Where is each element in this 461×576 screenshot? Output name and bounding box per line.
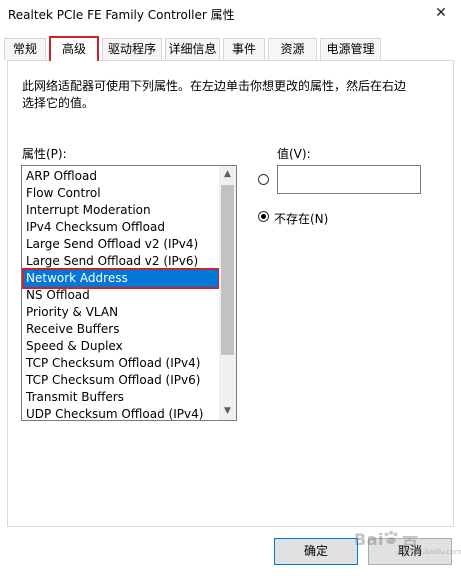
- ok-button[interactable]: 确定: [274, 538, 358, 565]
- property-item-network-address[interactable]: Network Address: [22, 268, 220, 289]
- tab-advanced[interactable]: 高级: [49, 36, 99, 61]
- close-icon[interactable]: ✕: [421, 0, 461, 28]
- value-input[interactable]: [277, 165, 421, 194]
- list-scrollbar[interactable]: ▲ ▼: [219, 166, 236, 420]
- property-listbox[interactable]: ARP Offload Flow Control Interrupt Moder…: [21, 165, 237, 421]
- property-item-lso-v2-ipv4[interactable]: Large Send Offload v2 (IPv4): [24, 236, 218, 253]
- property-item-lso-v2-ipv6[interactable]: Large Send Offload v2 (IPv6): [24, 253, 218, 270]
- scroll-up-icon[interactable]: ▲: [219, 166, 236, 183]
- not-present-label[interactable]: 不存在(N): [274, 210, 328, 227]
- cancel-button[interactable]: 取消: [368, 538, 452, 565]
- value-radio[interactable]: [258, 174, 269, 185]
- not-present-radio[interactable]: [258, 211, 269, 222]
- value-label: 值(V):: [277, 147, 311, 161]
- tab-events[interactable]: 事件: [223, 38, 265, 60]
- tab-resources[interactable]: 资源: [268, 38, 317, 60]
- description-text: 此网络适配器可使用下列属性。在左边单击你想更改的属性，然后在右边选择它的值。: [22, 79, 407, 110]
- tab-driver[interactable]: 驱动程序: [102, 38, 162, 60]
- property-item-tcp-checksum-ipv4[interactable]: TCP Checksum Offload (IPv4): [24, 355, 218, 372]
- scroll-thumb[interactable]: [221, 185, 234, 355]
- tab-details[interactable]: 详细信息: [165, 38, 220, 60]
- property-item-ns-offload[interactable]: NS Offload: [24, 287, 218, 304]
- property-item-ipv4-checksum-offload[interactable]: IPv4 Checksum Offload: [24, 219, 218, 236]
- tab-general[interactable]: 常规: [4, 38, 46, 60]
- scroll-down-icon[interactable]: ▼: [219, 403, 236, 420]
- property-item-speed-duplex[interactable]: Speed & Duplex: [24, 338, 218, 355]
- property-item-transmit-buffers[interactable]: Transmit Buffers: [24, 389, 218, 406]
- property-item-arp-offload[interactable]: ARP Offload: [24, 168, 218, 185]
- property-item-udp-checksum-ipv4[interactable]: UDP Checksum Offload (IPv4): [24, 406, 218, 420]
- property-item-tcp-checksum-ipv6[interactable]: TCP Checksum Offload (IPv6): [24, 372, 218, 389]
- tab-power-management[interactable]: 电源管理: [320, 38, 381, 60]
- property-item-interrupt-moderation[interactable]: Interrupt Moderation: [24, 202, 218, 219]
- window-title: Realtek PCIe FE Family Controller 属性: [8, 8, 235, 22]
- property-item-flow-control[interactable]: Flow Control: [24, 185, 218, 202]
- property-item-priority-vlan[interactable]: Priority & VLAN: [24, 304, 218, 321]
- title-bar: Realtek PCIe FE Family Controller 属性 ✕: [0, 0, 461, 28]
- property-list: ARP Offload Flow Control Interrupt Moder…: [22, 168, 220, 420]
- property-label: 属性(P):: [22, 147, 67, 161]
- property-item-receive-buffers[interactable]: Receive Buffers: [24, 321, 218, 338]
